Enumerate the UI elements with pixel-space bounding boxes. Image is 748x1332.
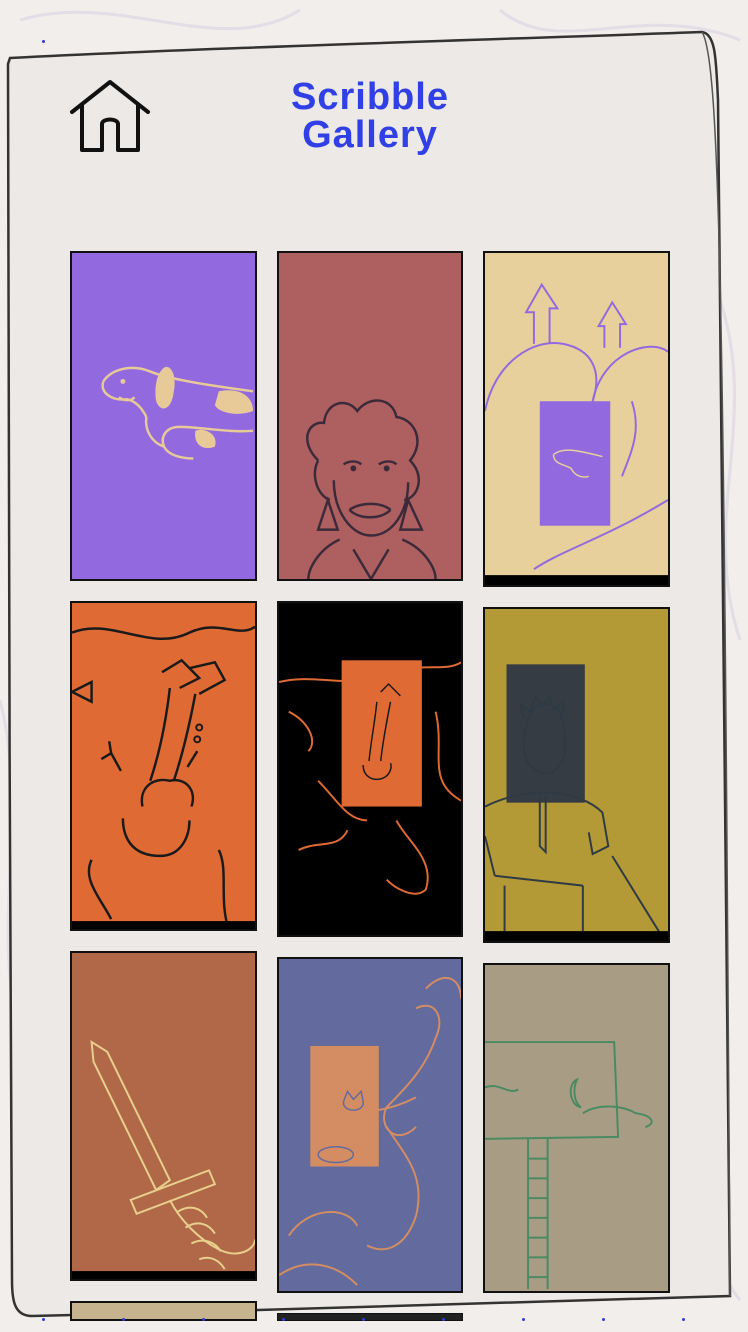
gallery-item-castle-hills[interactable] bbox=[483, 251, 670, 587]
ladder-drawing bbox=[485, 965, 668, 1291]
sword-drawing bbox=[72, 953, 255, 1279]
partial-drawing bbox=[72, 1303, 255, 1319]
home-icon bbox=[70, 80, 150, 152]
woman-drawing bbox=[279, 253, 461, 579]
cat-drawing bbox=[279, 959, 461, 1291]
gallery-item-dachshund[interactable] bbox=[70, 251, 257, 581]
dachshund-drawing bbox=[72, 253, 255, 579]
decorative-dot bbox=[42, 40, 45, 43]
inverted-diver-drawing bbox=[279, 603, 461, 935]
title-line-2: Gallery bbox=[302, 114, 438, 156]
gallery-item-snorkel-diver[interactable] bbox=[70, 601, 257, 931]
man-drawing bbox=[485, 609, 668, 941]
page-title: Scribble Gallery bbox=[250, 78, 490, 154]
gallery-item-man-yellow-shirt[interactable] bbox=[483, 607, 670, 943]
gallery-item-woman-portrait[interactable] bbox=[277, 251, 463, 581]
gallery-item-ladder-moon[interactable] bbox=[483, 963, 670, 1293]
diver-drawing bbox=[72, 603, 255, 929]
gallery-item-sword-in-hand[interactable] bbox=[70, 951, 257, 1281]
home-button[interactable] bbox=[68, 78, 152, 154]
decorative-dots bbox=[0, 1318, 748, 1326]
gallery-item-diver-inverted[interactable] bbox=[277, 601, 463, 937]
title-line-1: Scribble bbox=[291, 76, 449, 118]
gallery-item-cat-tentacles[interactable] bbox=[277, 957, 463, 1293]
castle-drawing bbox=[485, 253, 668, 585]
